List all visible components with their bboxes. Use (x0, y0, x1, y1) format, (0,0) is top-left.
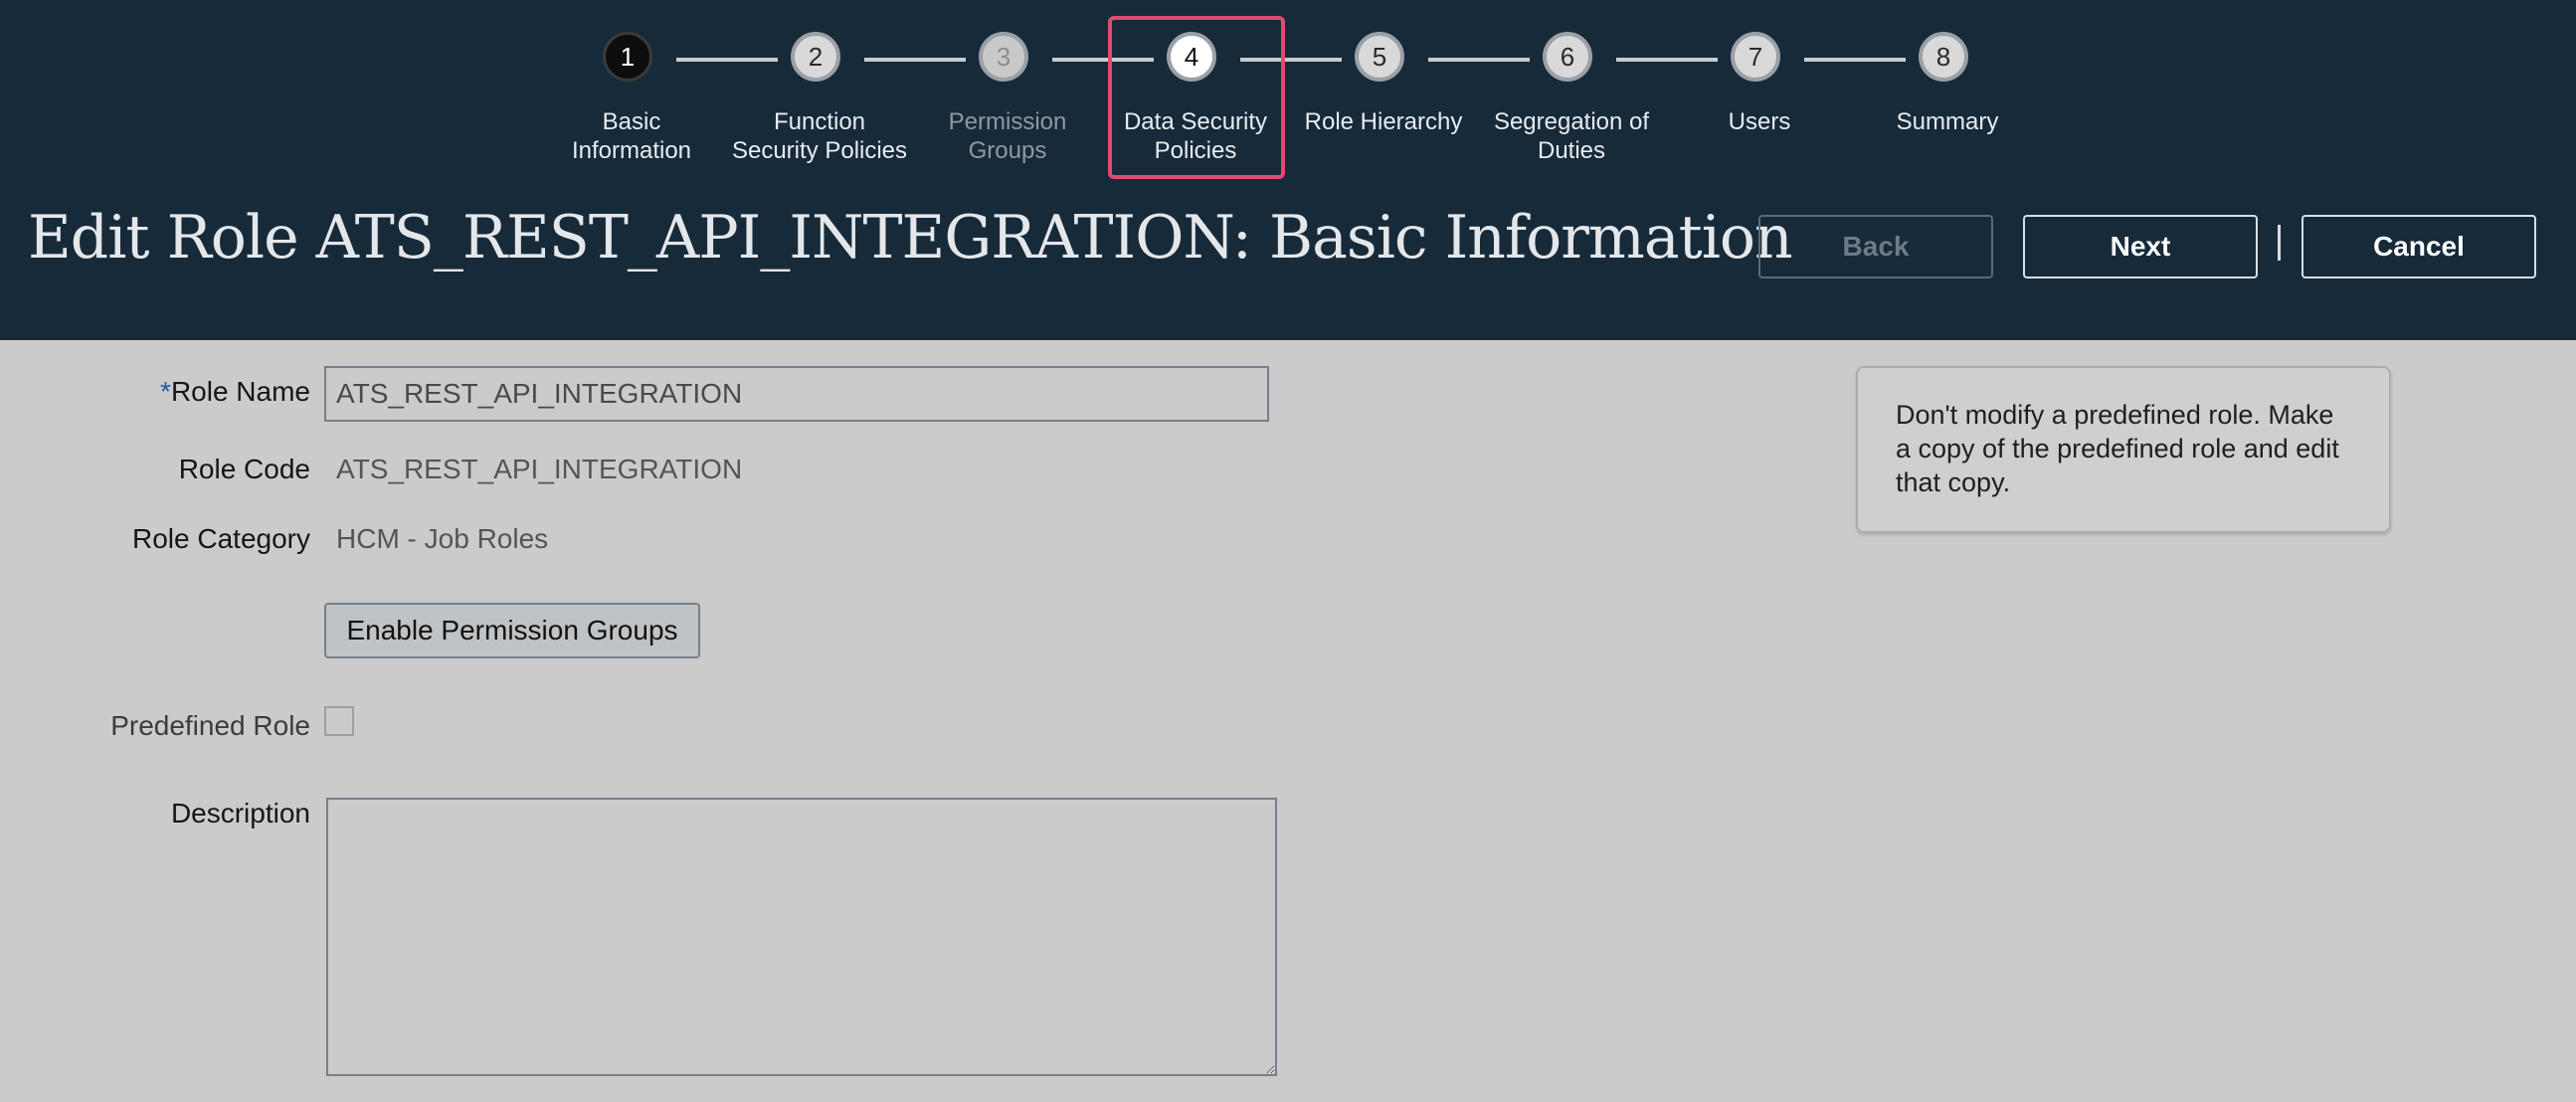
train-connector (1804, 58, 1906, 62)
step-number: 8 (1919, 32, 1968, 82)
step-number: 2 (791, 32, 840, 82)
step-number: 6 (1543, 32, 1592, 82)
process-train: 1 Basic Information 2 Function Security … (0, 0, 2576, 179)
train-connector (676, 58, 778, 62)
step-number: 1 (603, 32, 652, 82)
cancel-button[interactable]: Cancel (2301, 215, 2536, 278)
page-title: Edit Role ATS_REST_API_INTEGRATION: Basi… (28, 203, 1793, 273)
role-code-label: Role Code (178, 454, 310, 484)
step-number: 3 (979, 32, 1028, 82)
train-connector (1616, 58, 1718, 62)
predefined-role-checkbox[interactable] (324, 706, 354, 736)
back-button[interactable]: Back (1758, 215, 1993, 278)
role-category-value: HCM - Job Roles (336, 523, 549, 554)
train-connector (1428, 58, 1530, 62)
step-label: Summary (1896, 108, 1999, 135)
description-label: Description (170, 798, 310, 828)
highlight-box (1108, 16, 1285, 179)
page-header: 1 Basic Information 2 Function Security … (0, 0, 2576, 340)
role-name-label: *Role Name (160, 376, 310, 407)
role-code-value: ATS_REST_API_INTEGRATION (336, 454, 743, 484)
step-number: 7 (1731, 32, 1780, 82)
description-textarea[interactable] (326, 798, 1277, 1076)
train-connector (864, 58, 966, 62)
next-button[interactable]: Next (2023, 215, 2258, 278)
predefined-role-label: Predefined Role (110, 710, 310, 741)
button-separator (2278, 225, 2281, 261)
info-note: Don't modify a predefined role. Make a c… (1856, 366, 2391, 533)
required-marker: * (160, 376, 171, 407)
enable-permission-groups-button[interactable]: Enable Permission Groups (324, 603, 700, 658)
role-category-label: Role Category (132, 523, 310, 554)
step-number: 5 (1355, 32, 1404, 82)
role-name-input[interactable] (324, 366, 1269, 422)
